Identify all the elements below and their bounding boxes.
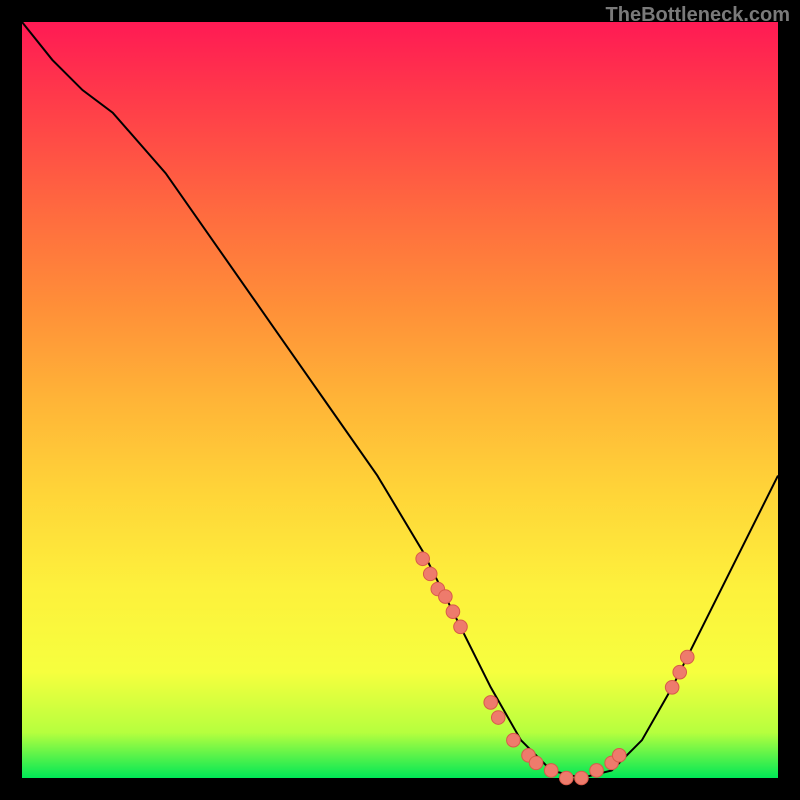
data-point <box>507 733 521 747</box>
data-point <box>439 590 453 604</box>
data-point <box>529 756 543 770</box>
data-point <box>680 650 694 664</box>
points-right-cluster <box>665 650 694 694</box>
data-point <box>416 552 430 566</box>
data-point <box>590 764 604 778</box>
data-point <box>612 749 626 763</box>
data-point <box>423 567 437 581</box>
plot-area <box>22 22 778 778</box>
bottleneck-curve <box>22 22 778 778</box>
data-point <box>544 764 558 778</box>
data-point <box>446 605 460 619</box>
data-point <box>454 620 468 634</box>
data-point <box>491 711 505 725</box>
data-point <box>575 771 589 785</box>
data-point <box>560 771 574 785</box>
chart-svg <box>22 22 778 778</box>
data-point <box>484 696 498 710</box>
watermark-text: TheBottleneck.com <box>606 4 790 27</box>
data-point <box>665 680 679 694</box>
points-left-cluster <box>416 552 467 634</box>
data-point <box>673 665 687 679</box>
